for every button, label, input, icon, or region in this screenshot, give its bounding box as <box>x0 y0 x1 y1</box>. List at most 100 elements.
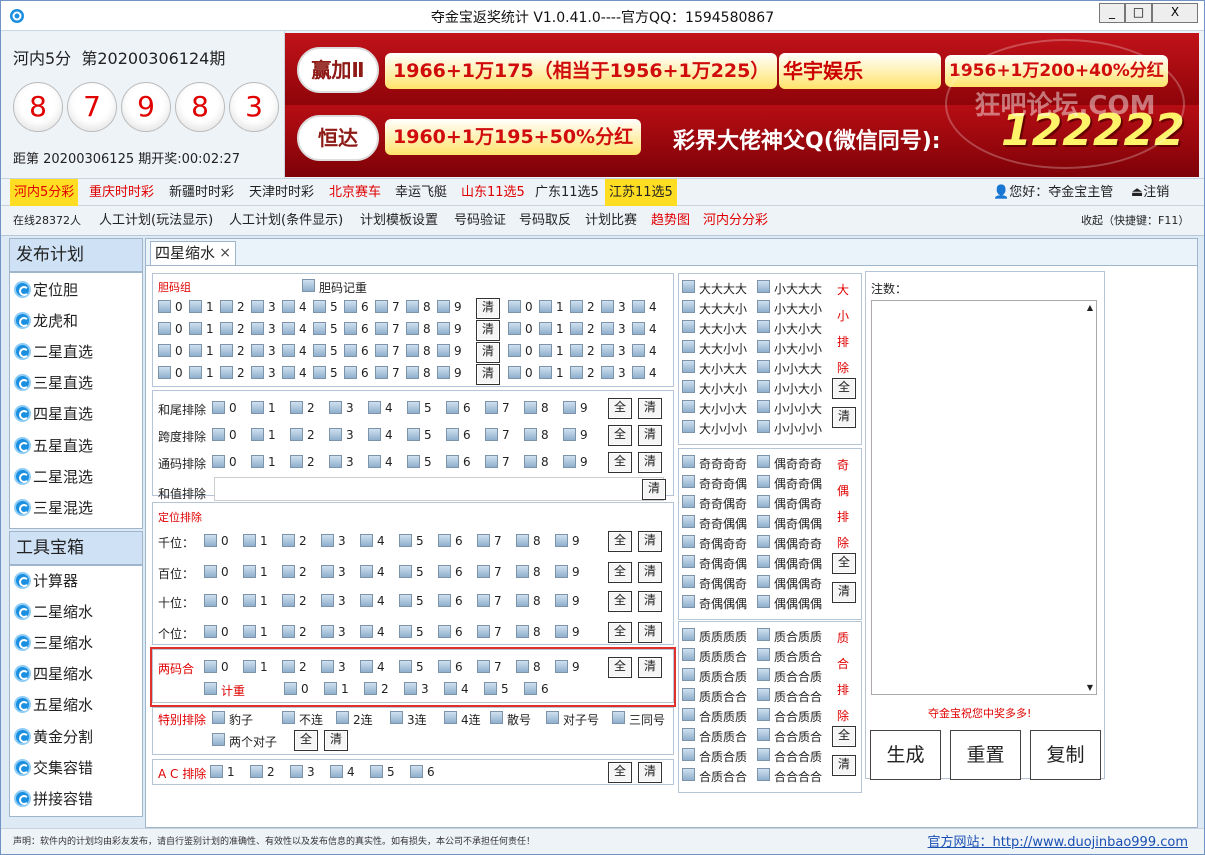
checkbox[interactable] <box>477 594 490 607</box>
clear-button[interactable]: 清 <box>832 407 856 428</box>
checkbox[interactable] <box>344 300 357 313</box>
select-all-button[interactable]: 全 <box>608 562 632 583</box>
checkbox[interactable] <box>539 366 552 379</box>
scroll-up-icon[interactable]: ▲ <box>1087 303 1093 312</box>
checkbox[interactable] <box>344 322 357 335</box>
checkbox[interactable] <box>189 344 202 357</box>
checkbox[interactable] <box>158 366 171 379</box>
checkbox[interactable] <box>212 401 225 414</box>
checkbox[interactable] <box>330 765 343 778</box>
checkbox[interactable] <box>251 401 264 414</box>
checkbox[interactable] <box>437 322 450 335</box>
checkbox[interactable] <box>601 366 614 379</box>
checkbox[interactable] <box>757 535 770 548</box>
select-all-button[interactable]: 全 <box>608 591 632 612</box>
checkbox[interactable] <box>251 344 264 357</box>
checkbox[interactable] <box>477 565 490 578</box>
checkbox[interactable] <box>407 428 420 441</box>
checkbox[interactable] <box>524 455 537 468</box>
checkbox[interactable] <box>570 366 583 379</box>
tab-guangdong[interactable]: 广东11选5 <box>531 179 603 206</box>
checkbox[interactable] <box>212 455 225 468</box>
sidebar-item-dingweidan[interactable]: 定位胆 <box>14 275 78 305</box>
checkbox[interactable] <box>204 565 217 578</box>
checkbox[interactable] <box>682 708 695 721</box>
checkbox[interactable] <box>757 748 770 761</box>
clear-button[interactable]: 清 <box>638 657 662 678</box>
checkbox[interactable] <box>282 594 295 607</box>
checkbox[interactable] <box>757 515 770 528</box>
checkbox[interactable] <box>282 711 295 724</box>
checkbox[interactable] <box>757 300 770 313</box>
tool-4x-shrink[interactable]: 四星缩水 <box>14 659 93 689</box>
checkbox[interactable] <box>555 594 568 607</box>
checkbox[interactable] <box>601 300 614 313</box>
clear-button[interactable]: 清 <box>476 298 500 319</box>
checkbox[interactable] <box>282 625 295 638</box>
clear-button[interactable]: 清 <box>638 398 662 419</box>
checkbox[interactable] <box>204 660 217 673</box>
checkbox[interactable] <box>570 322 583 335</box>
checkbox[interactable] <box>313 344 326 357</box>
logout-link[interactable]: ⏏注销 <box>1127 179 1173 206</box>
clear-button[interactable]: 清 <box>638 762 662 783</box>
checkbox[interactable] <box>757 628 770 641</box>
checkbox[interactable] <box>321 534 334 547</box>
checkbox[interactable] <box>444 711 457 724</box>
clear-button[interactable]: 清 <box>476 320 500 341</box>
checkbox[interactable] <box>220 300 233 313</box>
checkbox[interactable] <box>570 344 583 357</box>
checkbox[interactable] <box>682 728 695 741</box>
sidebar-item-2x-mixed[interactable]: 二星混选 <box>14 462 93 492</box>
checkbox[interactable] <box>321 625 334 638</box>
checkbox[interactable] <box>438 534 451 547</box>
checkbox[interactable] <box>189 366 202 379</box>
checkbox[interactable] <box>477 534 490 547</box>
checkbox[interactable] <box>282 565 295 578</box>
select-all-button[interactable]: 全 <box>608 531 632 552</box>
clear-button[interactable]: 清 <box>638 531 662 552</box>
checkbox[interactable] <box>375 300 388 313</box>
checkbox[interactable] <box>524 428 537 441</box>
checkbox[interactable] <box>682 515 695 528</box>
close-button[interactable]: X <box>1152 3 1198 23</box>
ad-banner[interactable]: 赢加Ⅱ 1966+1万175（相当于1956+1万225） 华宇娱乐 1956+… <box>285 33 1199 177</box>
checkbox[interactable] <box>212 428 225 441</box>
checkbox[interactable] <box>757 420 770 433</box>
checkbox[interactable] <box>632 344 645 357</box>
checkbox[interactable] <box>282 300 295 313</box>
checkbox[interactable] <box>555 660 568 673</box>
checkbox[interactable] <box>344 344 357 357</box>
checkbox[interactable] <box>282 534 295 547</box>
checkbox[interactable] <box>321 565 334 578</box>
checkbox[interactable] <box>757 495 770 508</box>
checkbox[interactable] <box>313 366 326 379</box>
checkbox[interactable] <box>757 380 770 393</box>
select-all-button[interactable]: 全 <box>294 730 318 751</box>
checkbox[interactable] <box>158 322 171 335</box>
select-all-button[interactable]: 全 <box>608 398 632 419</box>
select-all-button[interactable]: 全 <box>608 657 632 678</box>
checkbox[interactable] <box>682 360 695 373</box>
checkbox[interactable] <box>757 708 770 721</box>
checkbox[interactable] <box>251 300 264 313</box>
checkbox[interactable] <box>682 535 695 548</box>
select-all-button[interactable]: 全 <box>832 553 856 574</box>
official-site-link[interactable]: 官方网站：http://www.duojinbao999.com <box>928 831 1188 850</box>
checkbox[interactable] <box>601 344 614 357</box>
checkbox[interactable] <box>243 534 256 547</box>
result-textarea[interactable]: ▲ ▼ <box>871 300 1097 695</box>
checkbox[interactable] <box>375 366 388 379</box>
generate-button[interactable]: 生成 <box>870 730 941 780</box>
clear-button[interactable]: 清 <box>638 425 662 446</box>
tab-xingyun[interactable]: 幸运飞艇 <box>391 179 451 206</box>
clear-button[interactable]: 清 <box>832 582 856 603</box>
tab-shandong[interactable]: 山东11选5 <box>457 179 529 206</box>
checkbox[interactable] <box>313 300 326 313</box>
checkbox[interactable] <box>290 765 303 778</box>
checkbox[interactable] <box>485 401 498 414</box>
tab-beijing[interactable]: 北京赛车 <box>325 179 385 206</box>
checkbox[interactable] <box>282 660 295 673</box>
checkbox[interactable] <box>508 300 521 313</box>
checkbox[interactable] <box>508 344 521 357</box>
